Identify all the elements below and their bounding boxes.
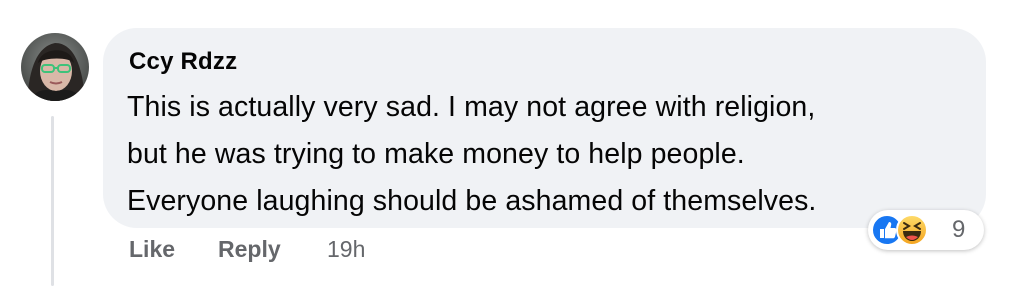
thread-line	[51, 116, 54, 286]
reaction-count: 9	[952, 216, 966, 243]
comment-text-line: Everyone laughing should be ashamed of t…	[127, 185, 817, 217]
truncated-previous-reply-indicator	[150, 0, 270, 4]
reaction-summary[interactable]: 9	[868, 210, 984, 250]
haha-icon	[896, 214, 928, 246]
comment-author[interactable]: Ccy Rdzz	[129, 48, 237, 76]
reply-button[interactable]: Reply	[218, 236, 281, 263]
comment-text-line: This is actually very sad. I may not agr…	[127, 91, 816, 123]
comment-bubble: Ccy Rdzz This is actually very sad. I ma…	[103, 28, 986, 228]
like-button[interactable]: Like	[129, 236, 175, 263]
comment-text-line: but he was trying to make money to help …	[127, 138, 745, 170]
avatar[interactable]	[21, 33, 89, 101]
comment-text: This is actually very sad. I may not agr…	[127, 84, 967, 225]
comment-timestamp[interactable]: 19h	[327, 236, 365, 263]
